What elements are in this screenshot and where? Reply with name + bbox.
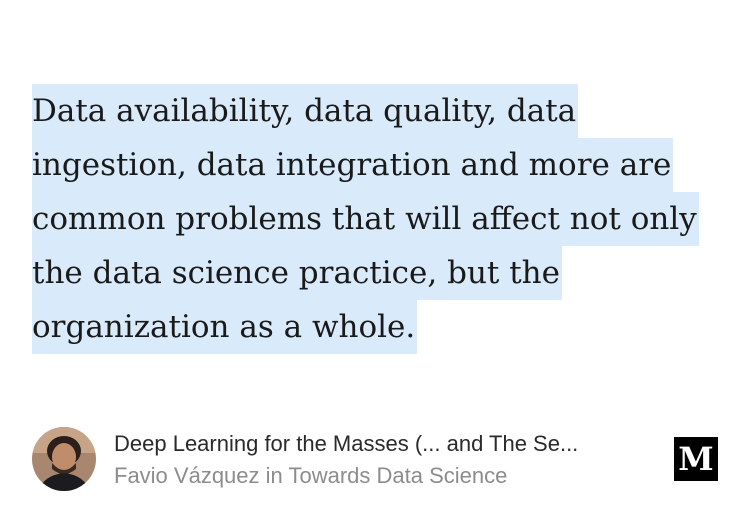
- article-byline[interactable]: Favio Vázquez in Towards Data Science: [114, 461, 634, 491]
- medium-logo-icon[interactable]: M: [674, 437, 718, 481]
- quote-line-4: the data science practice, but the: [32, 246, 562, 300]
- quote-line-5: organization as a whole.: [32, 300, 418, 354]
- quote-line-3: common problems that will affect not onl…: [32, 192, 699, 246]
- quote-line-1: Data availability, data quality, data: [32, 84, 579, 138]
- highlighted-quote: Data availability, data quality, data in…: [32, 84, 712, 354]
- article-title[interactable]: Deep Learning for the Masses (... and Th…: [114, 429, 634, 459]
- author-avatar-icon[interactable]: [32, 427, 96, 491]
- article-footer[interactable]: Deep Learning for the Masses (... and Th…: [32, 427, 718, 491]
- quote-line-2: ingestion, data integration and more are: [32, 138, 674, 192]
- article-meta[interactable]: Deep Learning for the Masses (... and Th…: [114, 429, 634, 491]
